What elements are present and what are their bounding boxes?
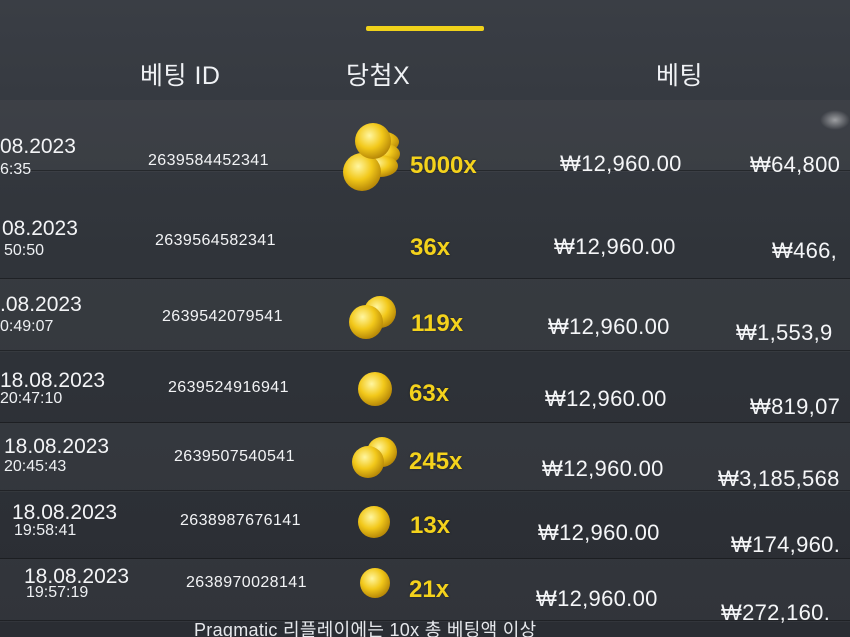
row-bet-id: 2638987676141 [180,512,301,529]
table-row[interactable]: 08.2023 50:50 2639564582341 36x ₩12,960.… [0,204,850,279]
row-multiplier: 63x [409,380,450,407]
row-bet-amount: ₩12,960.00 [554,234,676,259]
row-time: 20:45:43 [4,458,67,475]
coin-icon [358,506,390,538]
table-row[interactable]: 18.08.2023 20:45:43 2639507540541 245x ₩… [0,424,850,491]
row-payout: ₩466, [772,238,838,263]
row-bet-id: 2639507540541 [174,448,295,465]
coins-icon [352,437,397,478]
row-bet-id: 2638970028141 [186,574,307,591]
row-date: 18.08.2023 [0,369,106,392]
row-bet-id: 2639584452341 [148,152,269,169]
row-time: 20:47:10 [0,390,63,407]
table-row[interactable]: 18.08.2023 19:57:19 2638970028141 21x ₩1… [0,560,850,625]
bet-history-screen: 베팅 ID 당첨X 베팅 08.2023 6:35 2639584452341 … [0,0,850,637]
row-date: 08.2023 [0,135,76,158]
row-time: 6:35 [0,161,32,178]
row-date: .08.2023 [0,293,82,316]
row-date: 18.08.2023 [12,501,118,524]
row-bet-id: 2639524916941 [168,379,289,396]
row-multiplier: 36x [410,234,451,261]
row-time: 50:50 [4,242,45,259]
row-bet-amount: ₩12,960.00 [536,586,658,611]
coin-icon [358,372,392,406]
coins-icon [349,296,396,339]
row-bet-id: 2639564582341 [155,232,276,249]
row-bet-amount: ₩12,960.00 [545,386,667,411]
row-payout: ₩64,800 [750,152,841,177]
row-payout: ₩272,160. [721,600,831,625]
coin-icon [360,568,390,598]
row-payout: ₩3,185,568 [718,466,840,491]
column-header-win-multiplier[interactable]: 당첨X [346,56,410,92]
row-multiplier: 5000x [410,152,477,179]
screen-glare [820,110,850,130]
row-time: 0:49:07 [0,318,54,335]
row-payout: ₩1,553,9 [736,320,833,345]
table-row[interactable]: 18.08.2023 20:47:10 2639524916941 63x ₩1… [0,352,850,423]
row-bet-amount: ₩12,960.00 [542,456,664,481]
bet-history-table: 08.2023 6:35 2639584452341 5000x ₩12,960… [0,100,850,625]
row-bet-amount: ₩12,960.00 [548,314,670,339]
table-header: 베팅 ID 당첨X 베팅 [0,30,850,98]
column-header-bet-id: 베팅 ID [140,62,221,90]
row-bet-amount: ₩12,960.00 [560,151,682,176]
coin-icon [355,123,391,159]
row-bet-id: 2639542079541 [162,308,283,325]
row-multiplier: 13x [410,512,451,539]
row-date: 08.2023 [2,217,78,240]
row-time: 19:58:41 [14,522,77,539]
row-multiplier: 119x [411,310,464,337]
replay-footer-note: Pragmatic 리플레이에는 10x 총 베팅액 이상 [194,620,537,637]
column-header-bet: 베팅 [656,62,704,90]
row-payout: ₩174,960. [731,532,841,557]
row-time: 19:57:19 [26,584,89,601]
row-date: 18.08.2023 [4,435,110,458]
row-payout: ₩819,07 [750,394,841,419]
table-row[interactable]: .08.2023 0:49:07 2639542079541 119x ₩12,… [0,280,850,351]
table-row[interactable]: 08.2023 6:35 2639584452341 5000x ₩12,960… [0,100,850,179]
row-multiplier: 245x [409,448,463,475]
table-row[interactable]: 18.08.2023 19:58:41 2638987676141 13x ₩1… [0,492,850,559]
row-multiplier: 21x [409,576,450,603]
row-bet-amount: ₩12,960.00 [538,520,660,545]
